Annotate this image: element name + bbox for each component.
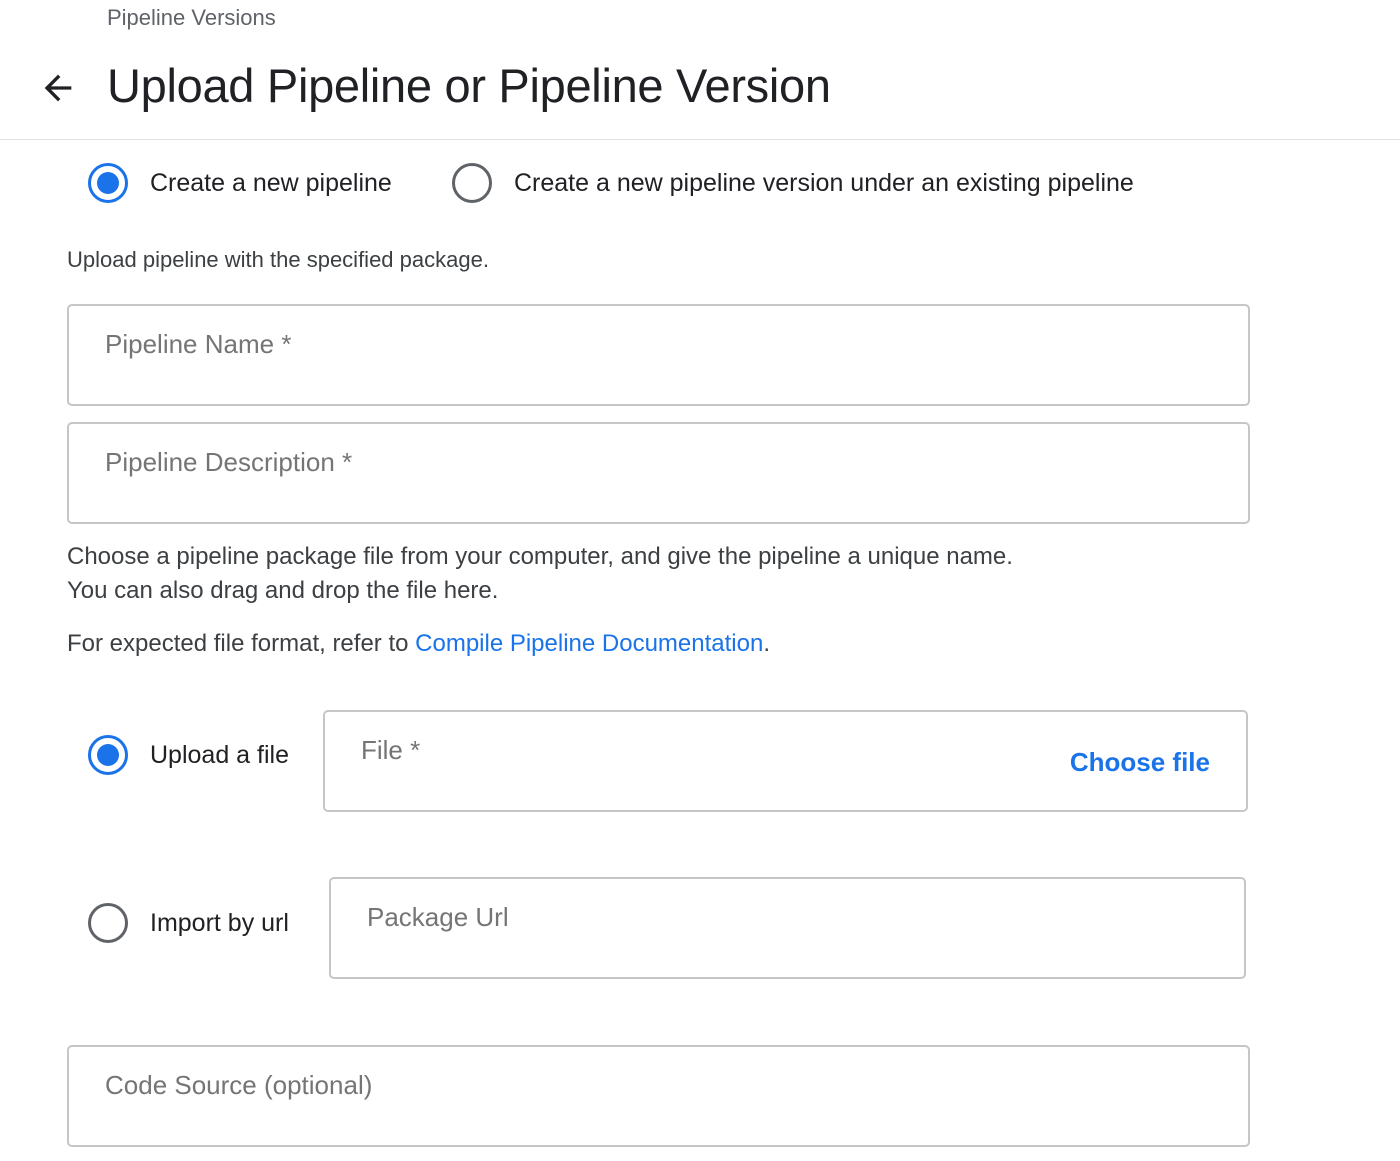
radio-unchecked-icon xyxy=(452,163,492,203)
back-button[interactable] xyxy=(36,66,80,110)
file-field-label: File * xyxy=(361,735,421,765)
code-source-field[interactable] xyxy=(67,1045,1250,1147)
file-field[interactable]: File * Choose file xyxy=(323,710,1248,812)
radio-label-upload-file: Upload a file xyxy=(150,741,289,769)
intro-text: Upload pipeline with the specified packa… xyxy=(67,247,489,272)
file-format-prefix: For expected file format, refer to xyxy=(67,630,416,657)
radio-label-import-by-url: Import by url xyxy=(150,909,289,937)
radio-upload-file[interactable]: Upload a file xyxy=(88,735,289,775)
breadcrumb[interactable]: Pipeline Versions xyxy=(107,4,276,32)
radio-label-create-new-pipeline: Create a new pipeline xyxy=(150,169,392,197)
radio-checked-icon xyxy=(88,735,128,775)
instructions-line-1: Choose a pipeline package file from your… xyxy=(67,543,1013,570)
pipeline-description-field[interactable] xyxy=(67,422,1250,524)
arrow-back-icon xyxy=(44,74,72,102)
package-url-input[interactable] xyxy=(367,897,1208,937)
radio-unchecked-icon xyxy=(88,903,128,943)
page-title: Upload Pipeline or Pipeline Version xyxy=(107,59,831,112)
radio-label-create-new-version: Create a new pipeline version under an e… xyxy=(514,169,1134,197)
header-divider xyxy=(0,139,1400,140)
radio-checked-icon xyxy=(88,163,128,203)
file-format-suffix: . xyxy=(763,630,770,657)
code-source-input[interactable] xyxy=(105,1065,1212,1105)
pipeline-description-input[interactable] xyxy=(105,442,1212,482)
instructions-line-2: You can also drag and drop the file here… xyxy=(67,577,499,604)
pipeline-name-field[interactable] xyxy=(67,304,1250,406)
package-url-field[interactable] xyxy=(329,877,1246,979)
choose-file-button[interactable]: Choose file xyxy=(1070,742,1210,782)
file-format-text: For expected file format, refer to Compi… xyxy=(67,627,770,661)
radio-create-new-pipeline[interactable]: Create a new pipeline xyxy=(88,163,392,203)
compile-pipeline-documentation-link[interactable]: Compile Pipeline Documentation xyxy=(415,630,763,657)
radio-import-by-url[interactable]: Import by url xyxy=(88,903,289,943)
radio-create-new-version[interactable]: Create a new pipeline version under an e… xyxy=(452,163,1134,203)
pipeline-name-input[interactable] xyxy=(105,324,1212,364)
